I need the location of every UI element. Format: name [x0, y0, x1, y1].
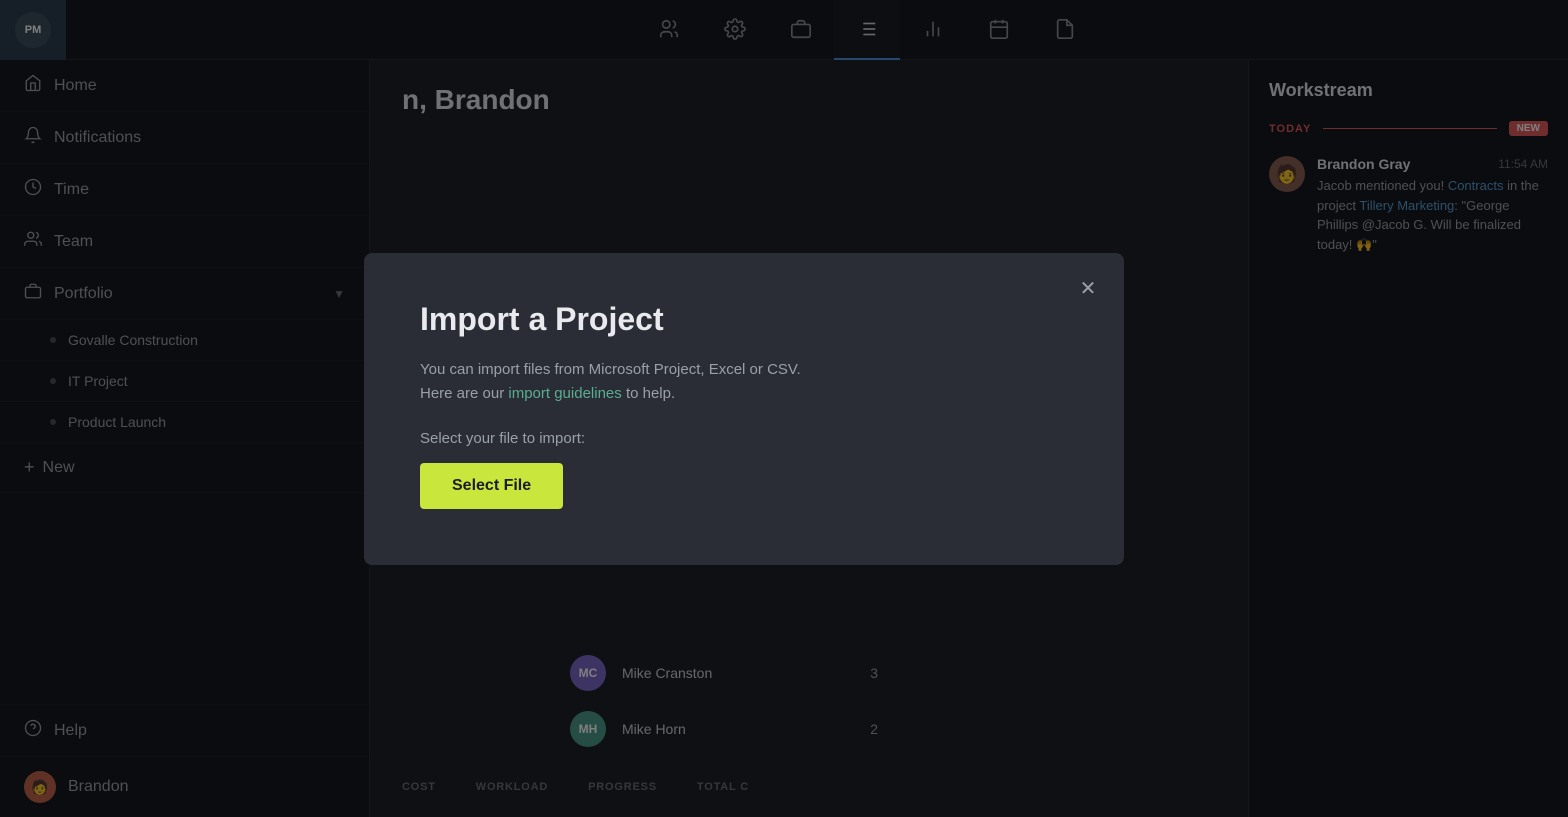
- modal-desc-after: to help.: [622, 385, 675, 402]
- modal-close-button[interactable]: ✕: [1072, 273, 1104, 305]
- select-file-button[interactable]: Select File: [420, 463, 563, 509]
- import-modal: ✕ Import a Project You can import files …: [364, 253, 1124, 565]
- modal-description: You can import files from Microsoft Proj…: [420, 358, 1068, 406]
- import-guidelines-link[interactable]: import guidelines: [508, 385, 621, 402]
- modal-select-label: Select your file to import:: [420, 430, 1068, 447]
- modal-overlay[interactable]: ✕ Import a Project You can import files …: [0, 0, 1568, 817]
- modal-title: Import a Project: [420, 301, 1068, 338]
